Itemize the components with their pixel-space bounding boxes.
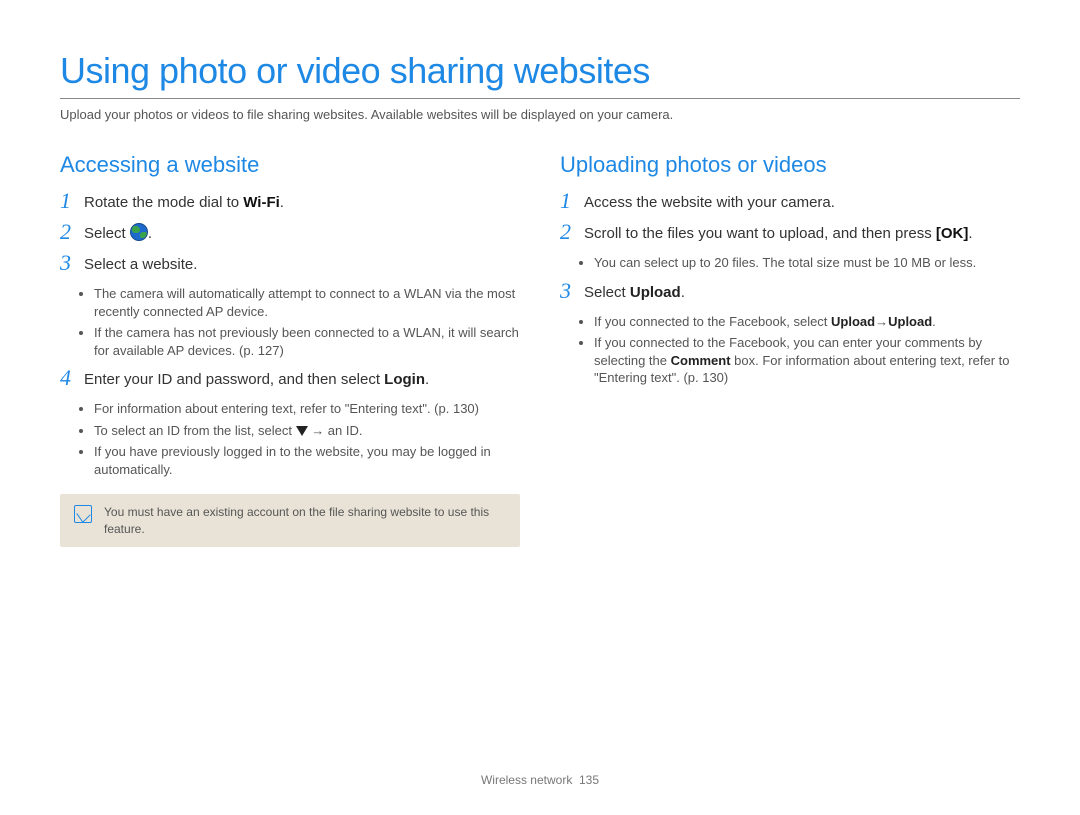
upload-label: Upload bbox=[630, 284, 681, 301]
left-step-4-bullets: For information about entering text, ref… bbox=[94, 400, 520, 478]
globe-icon bbox=[130, 223, 148, 241]
step-text: Scroll to the files you want to upload, … bbox=[584, 225, 936, 242]
step-number: 2 bbox=[560, 221, 584, 243]
left-step-2: 2 Select . bbox=[60, 223, 520, 244]
step-text: Select bbox=[584, 284, 630, 301]
right-step-3: 3 Select Upload. bbox=[560, 282, 1020, 303]
step-text: Rotate the mode dial to bbox=[84, 194, 243, 211]
left-step-1: 1 Rotate the mode dial to Wi-Fi. bbox=[60, 192, 520, 213]
bullet-text: If you connected to the Facebook, select bbox=[594, 314, 831, 329]
step-text: Access the website with your camera. bbox=[584, 194, 835, 211]
bullet-text: To select an ID from the list, select bbox=[94, 423, 296, 438]
step-text: . bbox=[968, 225, 972, 242]
step-text: . bbox=[425, 371, 429, 388]
right-step-1: 1 Access the website with your camera. bbox=[560, 192, 1020, 213]
step-number: 1 bbox=[560, 190, 584, 212]
left-column: Accessing a website 1 Rotate the mode di… bbox=[60, 152, 520, 547]
right-step-3-bullets: If you connected to the Facebook, select… bbox=[594, 313, 1020, 387]
step-number: 2 bbox=[60, 221, 84, 243]
comment-label: Comment bbox=[671, 353, 731, 368]
accessing-heading: Accessing a website bbox=[60, 152, 520, 178]
left-step-3: 3 Select a website. bbox=[60, 254, 520, 275]
content-columns: Accessing a website 1 Rotate the mode di… bbox=[60, 152, 1020, 547]
footer-section: Wireless network bbox=[481, 773, 572, 787]
note-text: You must have an existing account on the… bbox=[104, 504, 506, 536]
step-text: . bbox=[681, 284, 685, 301]
step-text: . bbox=[280, 194, 284, 211]
note-box: You must have an existing account on the… bbox=[60, 494, 520, 546]
step-number: 1 bbox=[60, 190, 84, 212]
step-number: 4 bbox=[60, 367, 84, 389]
bullet-text: → an ID. bbox=[308, 423, 363, 438]
bullet-item: You can select up to 20 files. The total… bbox=[594, 254, 1020, 272]
note-icon bbox=[74, 505, 92, 523]
page-footer: Wireless network 135 bbox=[0, 773, 1080, 787]
right-column: Uploading photos or videos 1 Access the … bbox=[560, 152, 1020, 547]
step-text: Enter your ID and password, and then sel… bbox=[84, 371, 384, 388]
bullet-item: If the camera has not previously been co… bbox=[94, 324, 520, 359]
bullet-item: If you have previously logged in to the … bbox=[94, 443, 520, 478]
page-title: Using photo or video sharing websites bbox=[60, 50, 1020, 99]
step-text: Select a website. bbox=[84, 256, 197, 273]
left-step-4: 4 Enter your ID and password, and then s… bbox=[60, 369, 520, 390]
uploading-heading: Uploading photos or videos bbox=[560, 152, 1020, 178]
wifi-label-icon: Wi-Fi bbox=[243, 192, 280, 213]
bullet-item: For information about entering text, ref… bbox=[94, 400, 520, 418]
upload-label: Upload bbox=[888, 314, 932, 329]
step-number: 3 bbox=[60, 252, 84, 274]
right-step-2-bullets: You can select up to 20 files. The total… bbox=[594, 254, 1020, 272]
step-text: . bbox=[148, 225, 152, 242]
bullet-text: . bbox=[932, 314, 936, 329]
bullet-item: The camera will automatically attempt to… bbox=[94, 285, 520, 320]
upload-label: Upload bbox=[831, 314, 875, 329]
bullet-item: To select an ID from the list, select → … bbox=[94, 422, 520, 440]
bullet-item: If you connected to the Facebook, you ca… bbox=[594, 334, 1020, 387]
right-step-2: 2 Scroll to the files you want to upload… bbox=[560, 223, 1020, 244]
login-label: Login bbox=[384, 371, 425, 388]
left-step-3-bullets: The camera will automatically attempt to… bbox=[94, 285, 520, 359]
footer-page-number: 135 bbox=[579, 773, 599, 787]
down-triangle-icon bbox=[296, 426, 308, 436]
arrow-icon: → bbox=[875, 313, 888, 331]
bullet-item: If you connected to the Facebook, select… bbox=[594, 313, 1020, 331]
ok-key-label: [OK] bbox=[936, 223, 969, 244]
step-number: 3 bbox=[560, 280, 584, 302]
page-intro: Upload your photos or videos to file sha… bbox=[60, 107, 1020, 122]
step-text: Select bbox=[84, 225, 130, 242]
